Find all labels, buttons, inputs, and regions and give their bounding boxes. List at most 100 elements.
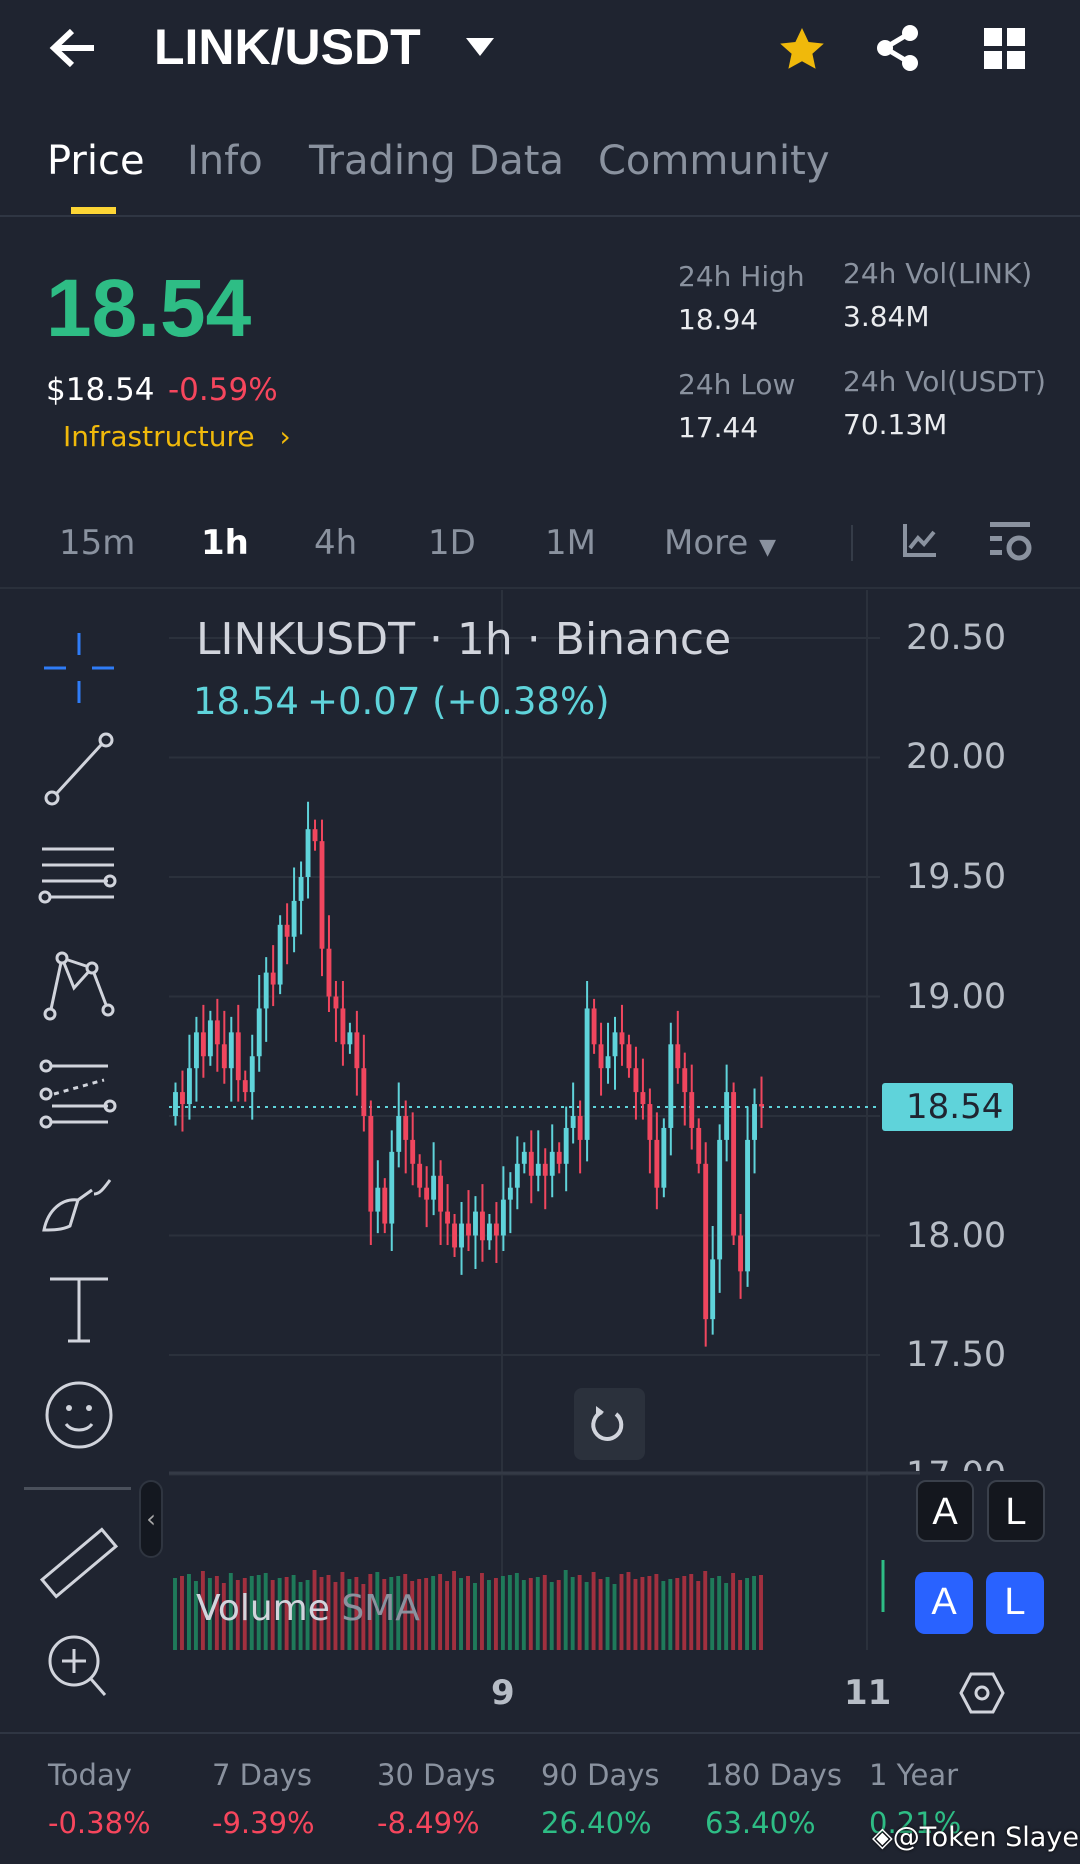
candle-body [298,877,304,901]
candle-body [493,1223,499,1236]
perf-value: -8.49% [377,1806,480,1840]
perf-label: 7 Days [212,1758,313,1792]
volume-bar [668,1579,673,1650]
candle-body [431,1175,437,1200]
auto-scale-button[interactable]: A [916,1480,974,1542]
volume-bar [480,1573,484,1650]
candle-body [745,1139,751,1272]
volume-log-scale-button[interactable]: L [986,1572,1044,1634]
volume-auto-scale-button[interactable]: A [915,1572,973,1634]
candle-body [647,1104,653,1140]
volume-bar [507,1575,512,1650]
perf-value: -0.38% [48,1806,151,1840]
ruler-icon[interactable] [36,1520,122,1606]
chart-title: LINKUSDT · 1h · Binance [196,614,732,665]
candle-body [542,1163,548,1176]
volume-bar [584,1582,589,1650]
volume-bar [459,1578,463,1650]
candle-body [759,1104,764,1107]
candle-body [214,1020,220,1045]
volume-bar [173,1578,177,1650]
perf-label: 180 Days [705,1758,842,1792]
candle-body [731,1092,737,1236]
candle-body [291,900,297,937]
candle-body [486,1223,492,1241]
chart-last: 18.54 [193,680,299,723]
perf-value: -9.39% [212,1806,315,1840]
candle-body [235,1032,241,1081]
brush-icon[interactable] [36,1158,122,1244]
candle-body [340,1008,346,1045]
volume-bar [500,1576,505,1650]
zoom-in-icon[interactable] [36,1625,122,1711]
crosshair-icon[interactable] [36,625,122,711]
volume-bar [724,1583,729,1650]
candle-body [173,1092,178,1116]
candle-body [347,1032,353,1045]
candle-body [584,1008,590,1140]
volume-bar [535,1577,540,1650]
volume-bar [424,1578,429,1650]
candle-body [549,1151,555,1176]
collapse-toolbar-button[interactable]: ‹ [139,1480,163,1558]
candle-body [689,1092,695,1128]
candle-body [368,1116,374,1212]
chart-gear-icon[interactable] [959,1672,1005,1718]
volume-bar [752,1576,757,1650]
volume-bar [619,1574,624,1650]
volume-bar [493,1578,498,1650]
candle-body [403,1116,409,1140]
candle-body [242,1080,248,1093]
chart-change: +0.07 (+0.38%) [307,680,610,723]
perf-label: 90 Days [541,1758,660,1792]
volume-bar [452,1571,457,1650]
candle-body [675,1044,681,1069]
volume-bar [626,1572,631,1650]
candle-body [661,1127,667,1188]
volume-bar [473,1583,477,1650]
y-tick-clipped-label: 17.00 [906,1455,1006,1471]
y-tick: 17.50 [906,1335,1007,1375]
candle-body [577,1116,583,1140]
volume-bar [445,1581,450,1650]
pattern-icon[interactable] [36,940,122,1026]
candle-body [312,829,318,842]
volume-bar [466,1576,470,1650]
volume-bar [745,1578,750,1650]
volume-bar [731,1573,736,1650]
candle-body [396,1116,402,1152]
emoji-icon[interactable] [36,1372,122,1458]
volume-sma-label: SMA [341,1588,420,1629]
candle-body [319,841,325,949]
fib-retracement-icon[interactable] [36,1048,122,1134]
volume-bar [710,1578,715,1650]
candle-body [382,1187,388,1224]
text-tool-icon[interactable] [36,1265,122,1351]
perf-value: 63.40% [705,1806,816,1840]
candle-body [640,1092,646,1105]
trend-line-icon[interactable] [36,724,122,810]
x-tick: 11 [844,1673,892,1713]
y-tick: 19.00 [906,977,1007,1017]
candle-body [521,1151,527,1164]
candle-body [619,1032,625,1045]
candle-body [752,1104,757,1140]
candle-body [417,1163,423,1188]
volume-bar [759,1575,763,1650]
candle-body [389,1151,395,1224]
volume-bar [549,1582,554,1650]
candle-body [354,1032,360,1069]
horizontal-lines-icon[interactable] [36,833,122,919]
candle-body [375,1187,381,1212]
candle-body [633,1068,639,1093]
reset-chart-button[interactable] [574,1388,645,1460]
candle-body [654,1139,660,1188]
volume-bar [186,1574,191,1650]
perf-label: Today [48,1758,132,1792]
volume-bar [591,1572,596,1650]
candle-body [270,972,276,985]
candle-body [612,1032,618,1057]
candle-body [514,1163,520,1188]
log-scale-button[interactable]: L [987,1480,1045,1542]
candle-body [228,1032,234,1069]
